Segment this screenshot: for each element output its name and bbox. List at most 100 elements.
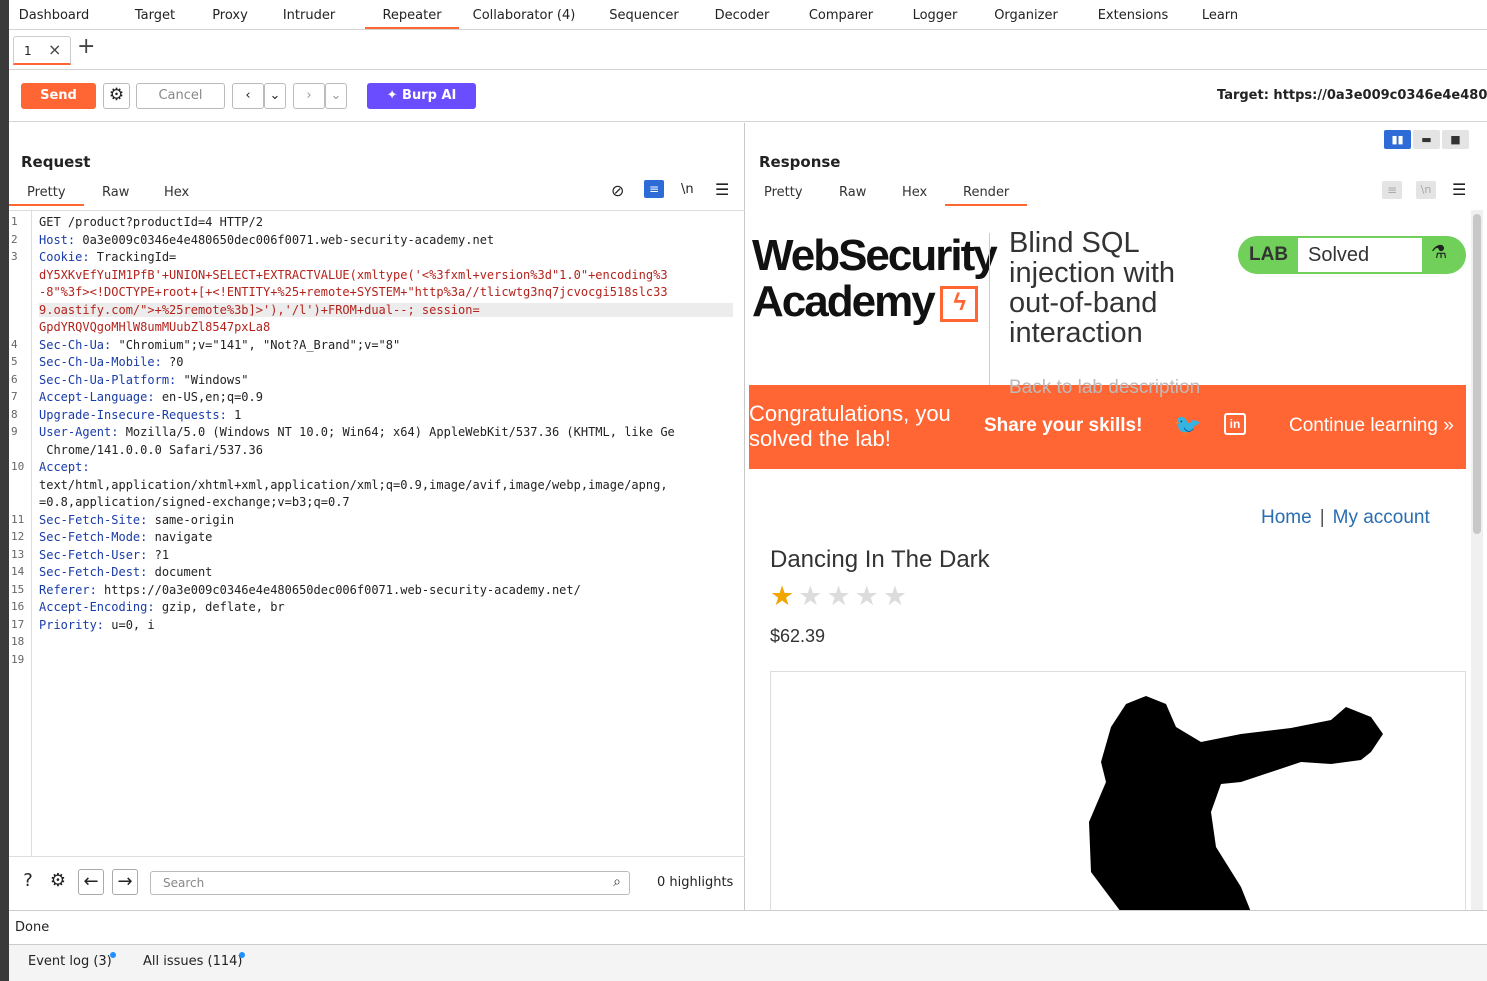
nav-tab-sequencer[interactable]: Sequencer xyxy=(599,3,689,29)
newline-icon[interactable]: \n xyxy=(681,182,694,197)
nav-tab-learn[interactable]: Learn xyxy=(1180,3,1260,29)
burp-ai-button[interactable]: ✦ Burp AI xyxy=(367,83,476,109)
request-editor[interactable]: 1 2 3 4 5 6 7 8 9 10 11 12 13 14 15 16 17 18 19 GET /produ… xyxy=(9,210,745,856)
logo-line-1: WebSecurity xyxy=(752,231,998,280)
request-tab-pretty[interactable]: Pretty xyxy=(9,185,84,206)
empty-star-icon: ★ xyxy=(826,581,855,611)
request-line: Sec-Fetch-Mode: navigate xyxy=(39,530,212,544)
line-number: 12 xyxy=(11,530,25,543)
twitter-icon[interactable]: 🐦 xyxy=(1174,413,1201,439)
header-name: Priority: xyxy=(39,617,105,632)
help-icon[interactable]: ? xyxy=(15,869,41,895)
request-tab-raw[interactable]: Raw xyxy=(102,185,129,200)
share-skills-text: Share your skills! xyxy=(984,415,1143,436)
response-tab-hex[interactable]: Hex xyxy=(902,185,927,200)
nav-tab-proxy[interactable]: Proxy xyxy=(185,3,275,29)
highlights-count: 0 highlights xyxy=(657,875,734,890)
header-name: Sec-Fetch-Dest: xyxy=(39,565,148,579)
header-value: Chrome/141.0.0.0 Safari/537.36 xyxy=(39,442,263,457)
nav-tab-extensions[interactable]: Extensions xyxy=(1080,3,1186,29)
line-number: 9 xyxy=(11,425,18,438)
nav-tab-intruder[interactable]: Intruder xyxy=(264,3,354,29)
forward-arrow-icon[interactable]: › xyxy=(293,83,325,109)
repeater-tab-1[interactable]: 1 × xyxy=(13,36,71,65)
dancer-silhouette-image xyxy=(1089,696,1383,910)
header-value: gzip, deflate, br xyxy=(154,600,285,614)
back-to-lab-link[interactable]: Back to lab description xyxy=(1009,377,1200,399)
previous-arrow-icon[interactable]: ← xyxy=(78,869,104,895)
line-number: 1 xyxy=(11,215,18,228)
request-line: Sec-Fetch-Site: same-origin xyxy=(39,513,234,527)
header-name: Cookie: xyxy=(39,250,90,264)
filled-star-icon: ★ xyxy=(770,581,799,611)
send-button[interactable]: Send xyxy=(21,83,96,109)
burp-ai-label: Burp AI xyxy=(402,88,457,103)
word-wrap-icon[interactable]: ≡ xyxy=(1382,181,1402,199)
header-value: ?1 xyxy=(147,547,170,562)
header-value: GET /product?productId=4 HTTP/2 xyxy=(39,215,263,229)
word-wrap-icon[interactable]: ≡ xyxy=(644,180,664,198)
request-line: Accept: xyxy=(39,460,90,474)
repeater-tab-strip: 1 × + xyxy=(9,30,1487,70)
add-tab-icon[interactable]: + xyxy=(77,34,95,59)
header-links: Home | My account xyxy=(1261,507,1430,529)
nav-tab-repeater[interactable]: Repeater xyxy=(365,3,459,29)
lab-title: Blind SQL injection with out-of-band int… xyxy=(1009,227,1176,349)
rendered-response[interactable]: WebSecurity Academy ϟ Blind SQL injection… xyxy=(749,210,1471,910)
empty-star-icon: ★ xyxy=(882,581,912,611)
header-name: Accept-Encoding: xyxy=(39,600,155,614)
status-bar: Done xyxy=(9,910,1487,944)
menu-icon[interactable]: ☰ xyxy=(1452,180,1466,199)
nav-tab-comparer[interactable]: Comparer xyxy=(792,3,890,29)
settings-gear-icon[interactable]: ⚙ xyxy=(45,869,71,895)
request-line: Chrome/141.0.0.0 Safari/537.36 xyxy=(39,443,263,457)
response-tab-pretty[interactable]: Pretty xyxy=(764,185,803,200)
header-value: 1 xyxy=(226,407,242,422)
forward-history-dropdown-icon[interactable]: ⌄ xyxy=(325,83,347,109)
request-line: Sec-Ch-Ua-Mobile: ?0 xyxy=(39,355,184,369)
header-value: en-US,en;q=0.9 xyxy=(154,390,263,404)
split-vertical-icon[interactable]: ▮▮ xyxy=(1384,130,1411,149)
target-url[interactable]: Target: https://0a3e009c0346e4e480650 xyxy=(1217,88,1487,103)
response-tab-render[interactable]: Render xyxy=(945,185,1028,206)
response-tab-raw[interactable]: Raw xyxy=(839,185,866,200)
bottom-bar: Event log (3) All issues (114) xyxy=(9,944,1487,981)
search-input[interactable]: Search ⌕ xyxy=(150,871,630,895)
search-icon[interactable]: ⌕ xyxy=(613,874,621,890)
menu-icon[interactable]: ☰ xyxy=(715,180,729,199)
request-line: Accept-Language: en-US,en;q=0.9 xyxy=(39,390,263,404)
hide-eye-icon[interactable]: ⊘ xyxy=(611,181,624,200)
nav-tab-dashboard[interactable]: Dashboard xyxy=(9,3,99,29)
nav-tab-organizer[interactable]: Organizer xyxy=(977,3,1075,29)
scrollbar-thumb[interactable] xyxy=(1473,214,1481,534)
settings-gear-icon[interactable]: ⚙ xyxy=(103,83,130,109)
continue-learning-link[interactable]: Continue learning » xyxy=(1289,415,1454,437)
render-scrollbar[interactable] xyxy=(1471,210,1483,910)
nav-tab-decoder[interactable]: Decoder xyxy=(697,3,787,29)
request-line: Priority: u=0, i xyxy=(39,618,155,632)
home-link[interactable]: Home xyxy=(1261,507,1312,528)
request-line: Sec-Ch-Ua-Platform: "Windows" xyxy=(39,373,249,387)
nav-tab-logger[interactable]: Logger xyxy=(896,3,974,29)
header-value: dY5XKvEfYuIM1PfB'+UNION+SELECT+EXTRACTVA… xyxy=(39,267,668,282)
tabbed-layout-icon[interactable]: ■ xyxy=(1442,130,1469,149)
logo-line-2: Academy ϟ xyxy=(752,279,996,325)
split-horizontal-icon[interactable]: ▬ xyxy=(1413,130,1440,149)
back-history-dropdown-icon[interactable]: ⌄ xyxy=(264,83,286,109)
product-price: $62.39 xyxy=(770,626,826,646)
lab-status: Solved xyxy=(1298,238,1422,272)
header-value: "Windows" xyxy=(176,372,249,387)
request-tab-hex[interactable]: Hex xyxy=(164,185,189,200)
nav-tab-collaborator-4[interactable]: Collaborator (4) xyxy=(463,3,585,29)
event-log-button[interactable]: Event log (3) xyxy=(28,954,112,969)
next-arrow-icon[interactable]: → xyxy=(112,869,138,895)
close-icon[interactable]: × xyxy=(48,40,61,59)
request-line: Upgrade-Insecure-Requests: 1 xyxy=(39,408,241,422)
all-issues-button[interactable]: All issues (114) xyxy=(143,954,243,969)
cancel-button[interactable]: Cancel xyxy=(136,83,225,109)
back-arrow-icon[interactable]: ‹ xyxy=(232,83,264,109)
my-account-link[interactable]: My account xyxy=(1333,507,1430,528)
linkedin-icon[interactable]: in xyxy=(1224,413,1246,435)
star-rating: ★★★★★ xyxy=(770,581,911,612)
newline-icon[interactable]: \n xyxy=(1416,181,1436,199)
